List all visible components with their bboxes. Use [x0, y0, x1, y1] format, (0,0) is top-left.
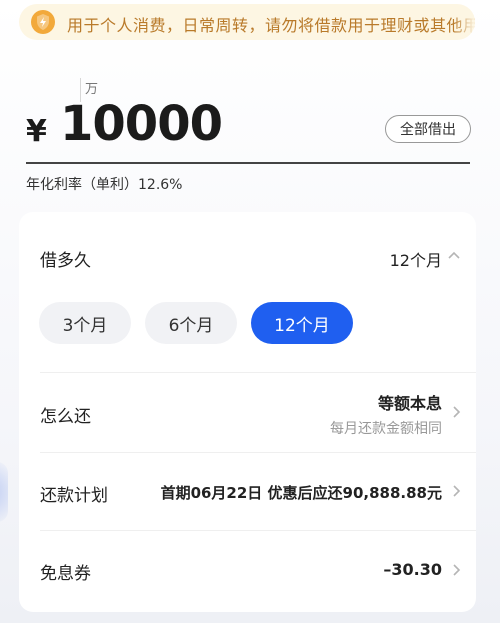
unit-hint: 万: [85, 82, 99, 97]
coupon-value: –30.30: [383, 560, 442, 579]
repayment-plan-label: 还款计划: [40, 486, 108, 506]
amount-underline: [26, 162, 470, 164]
term-option-3[interactable]: 3个月: [39, 302, 131, 344]
term-options: 3个月 6个月 12个月: [39, 302, 353, 344]
chevron-right-icon: [453, 406, 461, 418]
repay-method-row[interactable]: 怎么还 等额本息 每月还款金额相同: [19, 372, 476, 452]
floating-edge-tab[interactable]: [0, 462, 8, 522]
interest-rate-text: 年化利率（单利）12.6%: [26, 177, 183, 193]
repayment-plan-summary: 首期06月22日 优惠后应还90,888.88元: [160, 484, 442, 502]
chevron-up-icon[interactable]: [447, 250, 461, 260]
term-label: 借多久: [40, 251, 91, 271]
term-selected-value: 12个月: [389, 251, 442, 270]
loan-options-card: 借多久 12个月 3个月 6个月 12个月 怎么还 等额本息 每月还款金额相同 …: [19, 212, 476, 612]
notice-banner: 用于个人消费，日常周转，请勿将借款用于理财或其他用途: [19, 4, 475, 40]
term-row[interactable]: 借多久 12个月: [19, 212, 476, 294]
amount-input[interactable]: 10000: [60, 96, 223, 152]
repayment-plan-row[interactable]: 还款计划 首期06月22日 优惠后应还90,888.88元: [19, 452, 476, 530]
repay-method-value: 等额本息: [377, 394, 442, 413]
chevron-right-icon: [453, 485, 461, 497]
notice-fade: [453, 4, 475, 40]
shield-lightning-icon: [31, 10, 55, 34]
loan-page: 用于个人消费，日常周转，请勿将借款用于理财或其他用途 万 ¥ 10000 全部借…: [0, 0, 500, 623]
notice-text: 用于个人消费，日常周转，请勿将借款用于理财或其他用途: [67, 16, 475, 35]
coupon-row[interactable]: 免息券 –30.30: [19, 530, 476, 610]
repay-method-subtext: 每月还款金额相同: [330, 421, 442, 437]
repay-method-label: 怎么还: [40, 407, 91, 427]
term-option-6[interactable]: 6个月: [145, 302, 237, 344]
currency-symbol: ¥: [26, 114, 47, 149]
chevron-right-icon: [453, 564, 461, 576]
coupon-label: 免息券: [40, 564, 91, 584]
borrow-all-button[interactable]: 全部借出: [385, 115, 471, 143]
term-option-12[interactable]: 12个月: [251, 302, 353, 344]
